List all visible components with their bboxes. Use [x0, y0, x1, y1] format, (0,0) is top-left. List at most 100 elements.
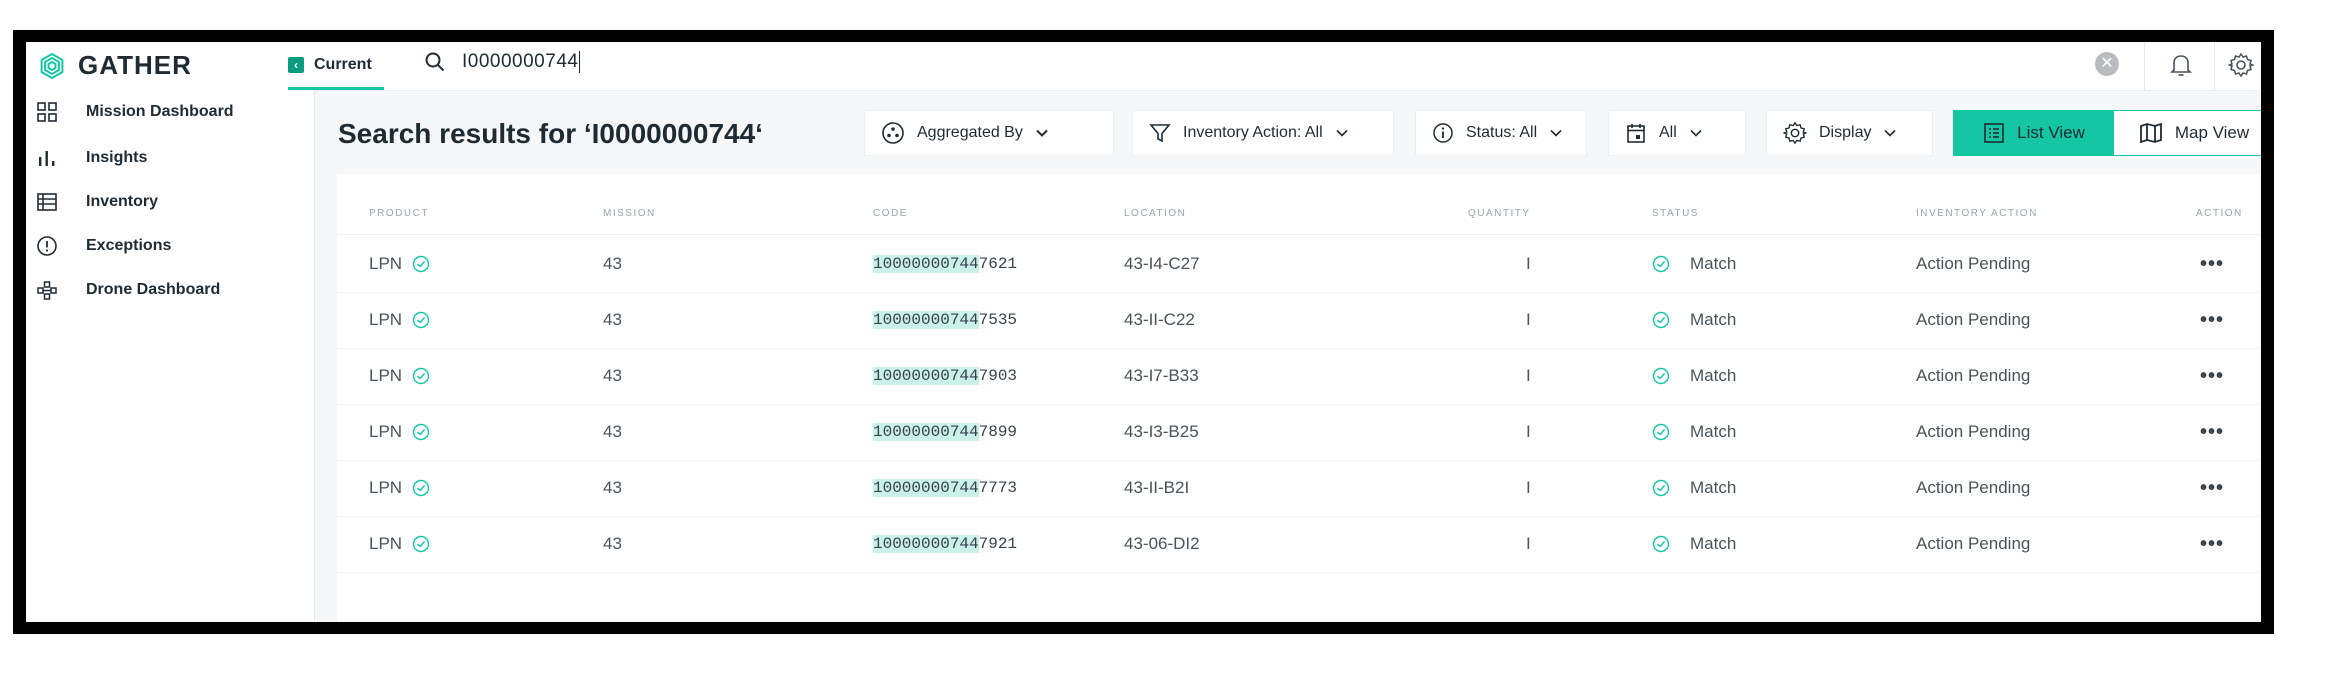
location-cell: 43-06-DI2	[1124, 534, 1200, 553]
sidebar-item-exceptions[interactable]: Exceptions	[26, 226, 314, 266]
status-value: Match	[1690, 310, 1737, 329]
code-cell[interactable]: 10000000744 7903	[873, 348, 1017, 404]
results-table: PRODUCT MISSION CODE LOCATION QUANTITY S…	[337, 174, 2261, 622]
code-cell[interactable]: 10000000744 7773	[873, 460, 1017, 516]
sidebar-item-label: Inventory	[86, 193, 159, 210]
aggregated-by-dropdown[interactable]: Aggregated By	[864, 110, 1114, 156]
sidebar-item-mission-dashboard[interactable]: Mission Dashboard	[26, 92, 314, 132]
tab-current-label: Current	[314, 55, 372, 73]
chevron-down-icon	[1884, 129, 1897, 137]
sidebar-item-label: Drone Dashboard	[86, 281, 221, 298]
status-cell: Match	[1652, 348, 1736, 404]
screenshot-frame: GATHER ‹ Current I0000000744 ✕ Mission D…	[13, 30, 2274, 634]
column-header-code[interactable]: CODE	[873, 208, 908, 219]
sidebar-item-label: Insights	[86, 149, 148, 166]
code-match-highlight: 10000000744	[873, 255, 979, 273]
code-cell[interactable]: 10000000744 7921	[873, 516, 1017, 572]
app-name: GATHER	[78, 50, 192, 80]
sidebar-item-label: Mission Dashboard	[86, 103, 234, 120]
list-icon	[1984, 123, 2004, 143]
code-cell[interactable]: 10000000744 7621	[873, 236, 1017, 292]
table-row[interactable]: LPN 43 10000000744 7903 43-I7-B33 I Match Actio…	[337, 348, 2261, 405]
code-rest: 7899	[978, 423, 1018, 441]
map-view-label: Map View	[2174, 123, 2250, 142]
quantity-cell: I	[1526, 310, 1531, 329]
sidebar-item-inventory[interactable]: Inventory	[26, 182, 314, 222]
tab-current[interactable]: ‹ Current	[288, 42, 384, 90]
map-icon	[2139, 122, 2162, 144]
view-toggle: List View Map View	[1953, 110, 2261, 156]
top-bar: GATHER ‹ Current I0000000744 ✕	[26, 42, 2261, 91]
inventory-action-filter[interactable]: Inventory Action: All	[1132, 110, 1394, 156]
row-actions-menu-icon[interactable]: •••	[2200, 404, 2224, 460]
table-row[interactable]: LPN 43 10000000744 7773 43-II-B2I I Match Actio…	[337, 460, 2261, 517]
aggregate-icon	[882, 122, 904, 144]
sidebar-item-drone-dashboard[interactable]: Drone Dashboard	[26, 270, 314, 310]
row-actions-menu-icon[interactable]: •••	[2200, 236, 2224, 292]
column-header-inventory-action[interactable]: INVENTORY ACTION	[1916, 208, 2038, 219]
quantity-cell: I	[1526, 534, 1531, 553]
row-actions-menu-icon[interactable]: •••	[2200, 348, 2224, 404]
mission-cell: 43	[603, 366, 622, 385]
clear-search-icon[interactable]: ✕	[2095, 52, 2119, 76]
location-cell: 43-I3-B25	[1124, 422, 1199, 441]
status-filter[interactable]: Status: All	[1415, 110, 1587, 156]
check-circle-icon	[412, 535, 430, 553]
status-value: Match	[1690, 478, 1737, 497]
check-circle-icon	[412, 479, 430, 497]
product-value: LPN	[369, 310, 403, 329]
divider	[2144, 42, 2145, 90]
check-circle-icon	[412, 423, 430, 441]
row-actions-menu-icon[interactable]: •••	[2200, 460, 2224, 516]
column-header-action[interactable]: ACTION	[2196, 208, 2243, 219]
date-filter[interactable]: All	[1608, 110, 1746, 156]
product-cell: LPN	[369, 404, 430, 460]
mission-cell: 43	[603, 254, 622, 273]
mission-cell: 43	[603, 310, 622, 329]
code-cell[interactable]: 10000000744 7899	[873, 404, 1017, 460]
product-cell: LPN	[369, 236, 430, 292]
chevron-left-icon[interactable]: ‹	[288, 56, 304, 73]
logo[interactable]: GATHER	[38, 50, 192, 81]
quantity-cell: I	[1526, 366, 1531, 385]
table-row[interactable]: LPN 43 10000000744 7899 43-I3-B25 I Match Actio…	[337, 404, 2261, 461]
bell-icon[interactable]	[2169, 52, 2193, 78]
check-circle-icon	[1652, 423, 1670, 441]
date-filter-label: All	[1659, 124, 1677, 141]
check-circle-icon	[1652, 479, 1670, 497]
check-circle-icon	[1652, 255, 1670, 273]
gear-icon[interactable]	[2228, 52, 2254, 78]
row-actions-menu-icon[interactable]: •••	[2200, 516, 2224, 572]
search-input[interactable]: I0000000744	[462, 51, 581, 73]
search-bar[interactable]: I0000000744	[424, 51, 581, 73]
table-row[interactable]: LPN 43 10000000744 7535 43-II-C22 I Match Actio…	[337, 292, 2261, 349]
column-header-product[interactable]: PRODUCT	[369, 208, 429, 219]
inventory-action-cell: Action Pending	[1916, 478, 2031, 497]
calendar-icon	[1627, 124, 1645, 143]
column-header-mission[interactable]: MISSION	[603, 208, 656, 219]
column-header-status[interactable]: STATUS	[1652, 208, 1699, 219]
table-row[interactable]: LPN 43 10000000744 7921 43-06-DI2 I Match Actio…	[337, 516, 2261, 573]
row-actions-menu-icon[interactable]: •••	[2200, 292, 2224, 348]
quantity-cell: I	[1526, 254, 1531, 273]
code-cell[interactable]: 10000000744 7535	[873, 292, 1017, 348]
table-row[interactable]: LPN 43 10000000744 7621 43-I4-C27 I Match Actio…	[337, 236, 2261, 293]
list-view-button[interactable]: List View	[1954, 111, 2114, 155]
map-view-button[interactable]: Map View	[2114, 111, 2261, 155]
chevron-down-icon	[1550, 129, 1562, 137]
quantity-cell: I	[1526, 422, 1531, 441]
status-filter-label: Status: All	[1466, 124, 1538, 141]
product-value: LPN	[369, 478, 403, 497]
display-dropdown[interactable]: Display	[1766, 110, 1933, 156]
sidebar-item-insights[interactable]: Insights	[26, 138, 314, 178]
status-cell: Match	[1652, 236, 1736, 292]
dashboard-icon	[37, 102, 57, 122]
display-label: Display	[1819, 124, 1872, 141]
column-header-quantity[interactable]: QUANTITY	[1468, 208, 1531, 219]
mission-cell: 43	[603, 422, 622, 441]
code-match-highlight: 10000000744	[873, 423, 979, 441]
status-value: Match	[1690, 254, 1737, 273]
column-header-location[interactable]: LOCATION	[1124, 208, 1186, 219]
check-circle-icon	[1652, 367, 1670, 385]
chevron-down-icon	[1336, 129, 1348, 137]
